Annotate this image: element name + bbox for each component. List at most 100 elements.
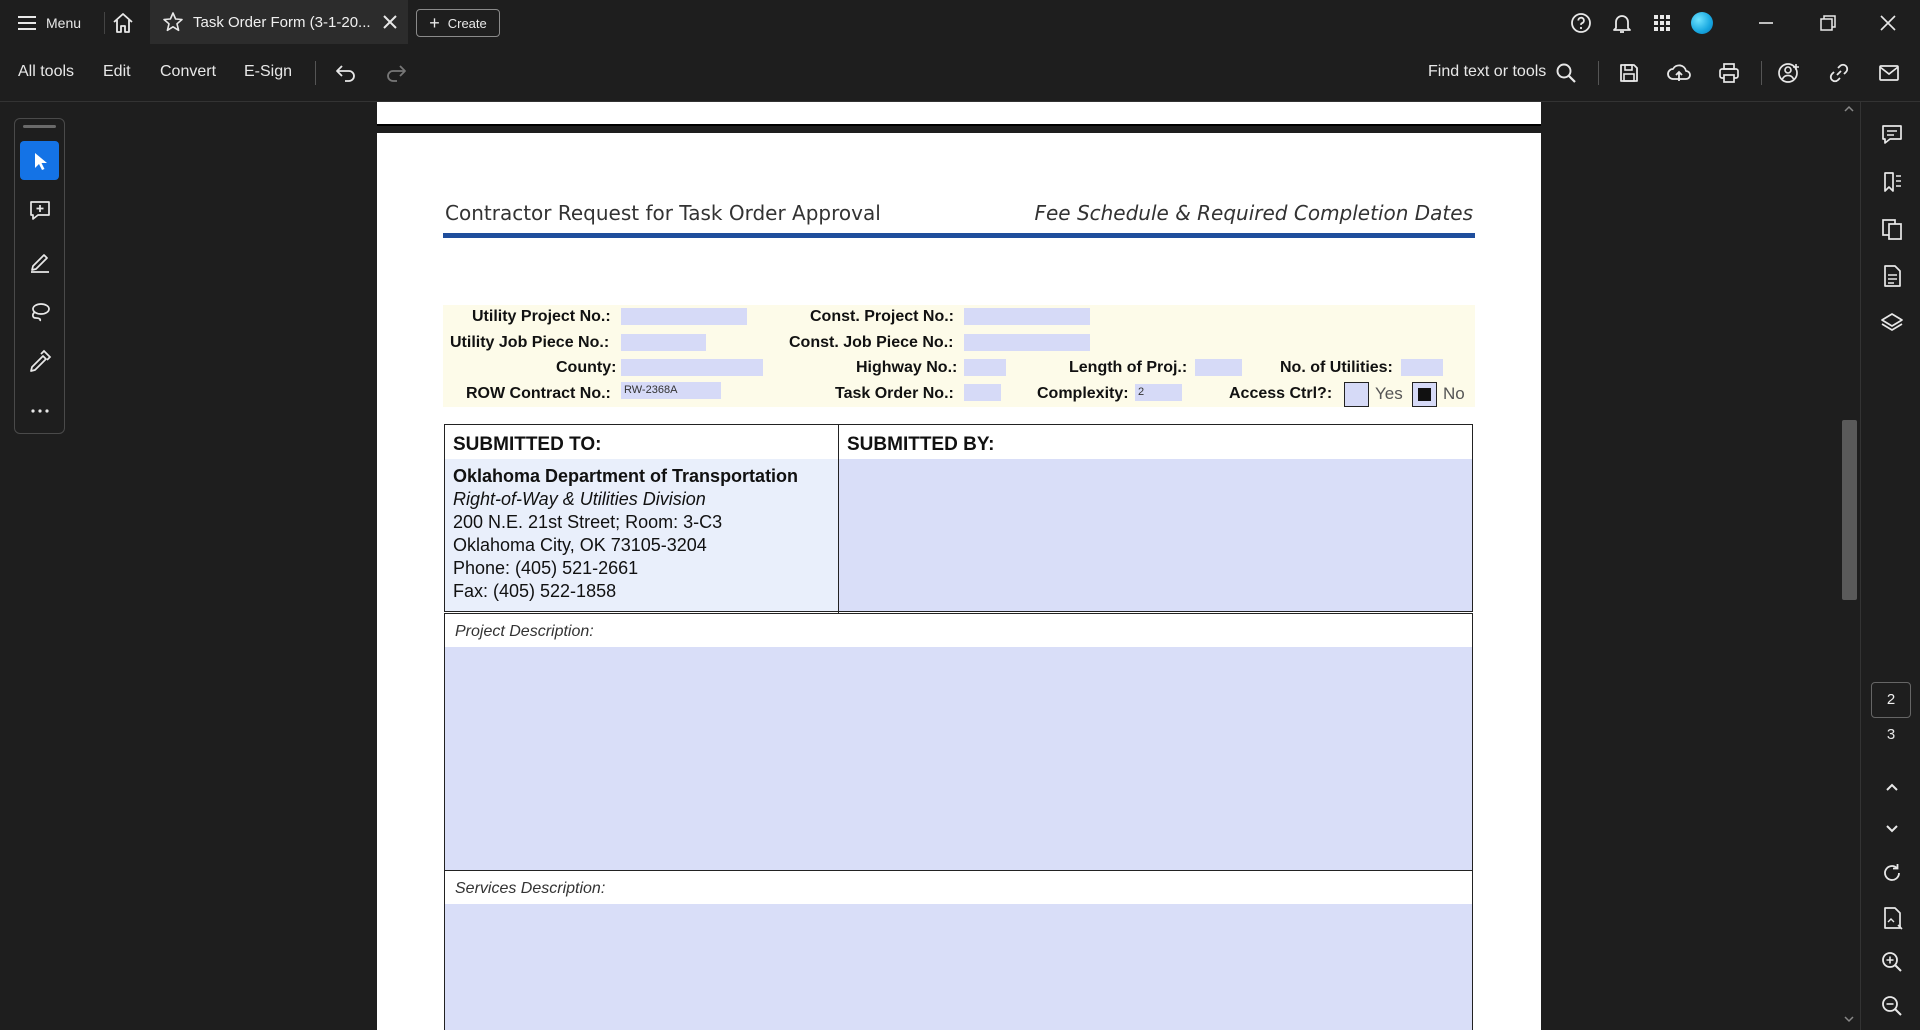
link-icon[interactable] bbox=[1826, 60, 1852, 86]
services-description-field[interactable] bbox=[445, 904, 1472, 1030]
undo-icon[interactable] bbox=[333, 60, 359, 86]
utility-project-no-label: Utility Project No.: bbox=[472, 308, 611, 325]
scroll-up-icon[interactable] bbox=[1842, 102, 1856, 116]
pdf-page: Contractor Request for Task Order Approv… bbox=[377, 133, 1541, 1030]
title-bar: Menu Task Order Form (3-1-20... + Create bbox=[0, 0, 1920, 44]
county-label: County: bbox=[556, 359, 617, 376]
const-job-piece-no-label: Const. Job Piece No.: bbox=[789, 334, 954, 351]
form-title: Contractor Request for Task Order Approv… bbox=[445, 201, 881, 225]
home-icon[interactable] bbox=[110, 10, 136, 36]
next-page-number[interactable]: 3 bbox=[1871, 726, 1911, 743]
bookmarks-icon[interactable] bbox=[1879, 169, 1905, 195]
edit-button[interactable]: Edit bbox=[103, 63, 131, 81]
main-toolbar: All tools Edit Convert E-Sign Find text … bbox=[0, 44, 1920, 102]
refresh-icon[interactable] bbox=[1879, 860, 1905, 886]
complexity-field[interactable]: 2 bbox=[1135, 384, 1182, 401]
menu-button[interactable]: Menu bbox=[18, 12, 81, 34]
divider bbox=[315, 61, 316, 85]
pages-icon[interactable] bbox=[1879, 216, 1905, 242]
complexity-label: Complexity: bbox=[1037, 385, 1129, 402]
previous-page-bottom bbox=[377, 102, 1541, 126]
current-page-number[interactable]: 2 bbox=[1871, 682, 1911, 718]
convert-button[interactable]: Convert bbox=[160, 63, 216, 81]
share-user-icon[interactable] bbox=[1776, 60, 1802, 86]
help-icon[interactable] bbox=[1569, 11, 1593, 35]
project-description-field[interactable] bbox=[445, 647, 1472, 871]
find-label[interactable]: Find text or tools bbox=[1428, 63, 1546, 81]
title-rule bbox=[443, 233, 1475, 238]
bell-icon[interactable] bbox=[1610, 11, 1634, 35]
close-icon[interactable] bbox=[381, 13, 399, 31]
chevron-down-icon[interactable] bbox=[1879, 815, 1905, 841]
plus-icon: + bbox=[429, 13, 440, 33]
redo-icon[interactable] bbox=[383, 60, 409, 86]
const-job-piece-no-field[interactable] bbox=[964, 334, 1090, 351]
apps-grid-icon[interactable] bbox=[1650, 11, 1674, 35]
more-tools-button[interactable] bbox=[20, 391, 59, 430]
row-contract-no-field[interactable]: RW-2368A bbox=[621, 382, 721, 399]
window-close-icon[interactable] bbox=[1876, 11, 1900, 35]
row-contract-no-label: ROW Contract No.: bbox=[466, 385, 611, 402]
highlight-tool[interactable] bbox=[20, 241, 59, 280]
submitted-by-header: SUBMITTED BY: bbox=[847, 434, 995, 455]
utility-project-no-field[interactable] bbox=[621, 308, 747, 325]
tab-title: Task Order Form (3-1-20... bbox=[193, 14, 371, 31]
all-tools-button[interactable]: All tools bbox=[18, 63, 74, 81]
access-ctrl-yes-label: Yes bbox=[1375, 384, 1403, 403]
sign-pen-icon bbox=[27, 348, 53, 374]
utility-job-piece-no-label: Utility Job Piece No.: bbox=[450, 334, 610, 351]
highway-no-field[interactable] bbox=[964, 359, 1006, 376]
length-of-proj-field[interactable] bbox=[1195, 359, 1242, 376]
right-panel-rail: 2 3 bbox=[1860, 102, 1920, 1030]
avatar[interactable] bbox=[1691, 12, 1713, 34]
submitted-to-address: Oklahoma Department of Transportation Ri… bbox=[445, 459, 838, 611]
layers-icon[interactable] bbox=[1879, 310, 1905, 336]
scroll-thumb[interactable] bbox=[1842, 420, 1857, 600]
services-description-box: Services Description: bbox=[444, 870, 1473, 1030]
address-line-1: 200 N.E. 21st Street; Room: 3-C3 bbox=[453, 512, 723, 532]
form-subtitle: Fee Schedule & Required Completion Dates bbox=[1034, 201, 1473, 225]
access-ctrl-no-checkbox[interactable] bbox=[1412, 382, 1437, 407]
no-of-utilities-field[interactable] bbox=[1401, 359, 1443, 376]
restore-icon[interactable] bbox=[1816, 11, 1840, 35]
divider bbox=[1761, 61, 1762, 85]
zoom-in-icon[interactable] bbox=[1879, 949, 1905, 975]
document-tab[interactable]: Task Order Form (3-1-20... bbox=[150, 0, 408, 44]
comments-icon[interactable] bbox=[1879, 122, 1905, 148]
chevron-up-icon[interactable] bbox=[1879, 774, 1905, 800]
create-button[interactable]: + Create bbox=[416, 9, 500, 37]
tool-rail bbox=[14, 118, 65, 434]
star-icon[interactable] bbox=[162, 11, 184, 33]
save-icon[interactable] bbox=[1616, 60, 1642, 86]
phone-number: Phone: (405) 521-2661 bbox=[453, 558, 639, 578]
scroll-down-icon[interactable] bbox=[1842, 1012, 1856, 1026]
mail-icon[interactable] bbox=[1876, 60, 1902, 86]
const-project-no-label: Const. Project No.: bbox=[810, 308, 955, 325]
county-field[interactable] bbox=[621, 359, 763, 376]
task-order-no-field[interactable] bbox=[964, 384, 1001, 401]
access-ctrl-yes-checkbox[interactable] bbox=[1344, 382, 1369, 407]
sign-tool[interactable] bbox=[20, 341, 59, 380]
zoom-out-icon[interactable] bbox=[1879, 993, 1905, 1019]
submitted-by-field[interactable] bbox=[839, 459, 1472, 611]
lasso-tool[interactable] bbox=[20, 291, 59, 330]
agency-name: Oklahoma Department of Transportation bbox=[453, 466, 799, 486]
select-tool[interactable] bbox=[20, 141, 59, 180]
submitted-to-header: SUBMITTED TO: bbox=[453, 434, 602, 455]
page-fit-icon[interactable] bbox=[1879, 905, 1905, 931]
utility-job-piece-no-field[interactable] bbox=[621, 334, 706, 351]
divider bbox=[104, 12, 105, 34]
const-project-no-field[interactable] bbox=[964, 308, 1090, 325]
add-comment-icon bbox=[27, 198, 53, 224]
highlight-pen-icon bbox=[27, 248, 53, 274]
document-icon[interactable] bbox=[1879, 263, 1905, 289]
search-icon[interactable] bbox=[1553, 60, 1579, 86]
print-icon[interactable] bbox=[1716, 60, 1742, 86]
menu-label: Menu bbox=[46, 15, 82, 31]
add-comment-tool[interactable] bbox=[20, 191, 59, 230]
esign-button[interactable]: E-Sign bbox=[244, 63, 292, 81]
vertical-scrollbar[interactable] bbox=[1838, 102, 1860, 1030]
rail-grip[interactable] bbox=[23, 125, 56, 128]
upload-cloud-icon[interactable] bbox=[1666, 60, 1692, 86]
minimize-icon[interactable] bbox=[1754, 11, 1778, 35]
